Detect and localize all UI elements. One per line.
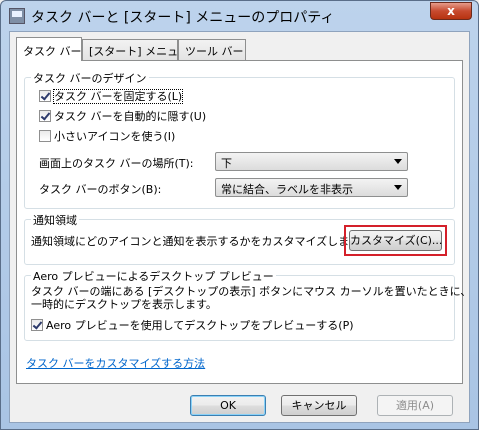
notification-area-description: 通知領域にどのアイコンと通知を表示するかをカスタマイズしま す。 — [31, 235, 374, 248]
group-title-notification-area: 通知領域 — [31, 212, 79, 228]
aero-peek-description-line2: 一時的にデスクトップを表示します。 — [31, 298, 217, 311]
group-title-aero-peek: Aero プレビューによるデスクトップ プレビュー — [31, 268, 276, 284]
select-value: 常に結合、ラベルを非表示 — [221, 183, 353, 196]
taskbar-location-select[interactable]: 下 — [215, 152, 408, 171]
tab-taskbar[interactable]: タスク バー — [16, 37, 82, 61]
checkbox-box[interactable] — [39, 110, 51, 122]
aero-peek-checkbox[interactable]: Aero プレビューを使用してデスクトップをプレビューする(P) — [31, 317, 354, 332]
checkbox-box[interactable] — [39, 130, 51, 142]
close-button[interactable]: x — [430, 2, 472, 20]
tab-panel: タスク バーのデザイン タスク バーを固定する(L) タスク バーを自動的に隠す… — [16, 60, 471, 384]
checkbox-box[interactable] — [39, 90, 51, 102]
checkbox-label: 小さいアイコンを使う(I) — [54, 130, 176, 143]
dialog-client-area: タスク バー [スタート] メニュー ツール バー タスク バーのデザイン タス… — [9, 31, 471, 423]
apply-button[interactable]: 適用(A) — [377, 395, 453, 416]
aero-peek-group: Aero プレビューによるデスクトップ プレビュー タスク バーの端にある [デ… — [24, 268, 471, 341]
taskbar-design-group: タスク バーのデザイン タスク バーを固定する(L) タスク バーを自動的に隠す… — [24, 70, 455, 209]
checkbox-box[interactable] — [31, 319, 43, 331]
cancel-button[interactable]: キャンセル — [281, 395, 357, 416]
dropdown-arrow-icon — [394, 185, 402, 190]
ok-button[interactable]: OK — [190, 395, 266, 416]
autohide-taskbar-checkbox[interactable]: タスク バーを自動的に隠す(U) — [39, 108, 207, 123]
checkbox-label: タスク バーを自動的に隠す(U) — [54, 110, 207, 123]
tab-start-menu[interactable]: [スタート] メニュー — [82, 39, 189, 60]
taskbar-buttons-select[interactable]: 常に結合、ラベルを非表示 — [215, 178, 408, 197]
dropdown-arrow-icon — [394, 159, 402, 164]
taskbar-buttons-label: タスク バーのボタン(B): — [39, 183, 162, 196]
taskbar-location-label: 画面上のタスク バーの場所(T): — [39, 157, 194, 170]
notification-area-group: 通知領域 通知領域にどのアイコンと通知を表示するかをカスタマイズしま す。 カス… — [24, 212, 455, 265]
group-title-taskbar-design: タスク バーのデザイン — [31, 70, 149, 86]
help-link[interactable]: タスク バーをカスタマイズする方法 — [26, 355, 205, 371]
small-icons-checkbox[interactable]: 小さいアイコンを使う(I) — [39, 128, 176, 143]
taskbar-properties-icon — [9, 8, 25, 24]
checkbox-label: タスク バーを固定する(L) — [52, 89, 184, 104]
tab-toolbars[interactable]: ツール バー — [178, 39, 246, 60]
customize-button[interactable]: カスタマイズ(C)... — [349, 230, 442, 251]
lock-taskbar-checkbox[interactable]: タスク バーを固定する(L) — [39, 88, 184, 104]
select-value: 下 — [221, 157, 232, 170]
title-bar[interactable]: タスク バーと [スタート] メニューのプロパティ x — [1, 1, 478, 31]
properties-window: タスク バーと [スタート] メニューのプロパティ x タスク バー [スタート… — [0, 0, 479, 430]
window-title: タスク バーと [スタート] メニューのプロパティ — [31, 10, 335, 26]
checkbox-label: Aero プレビューを使用してデスクトップをプレビューする(P) — [46, 319, 354, 332]
